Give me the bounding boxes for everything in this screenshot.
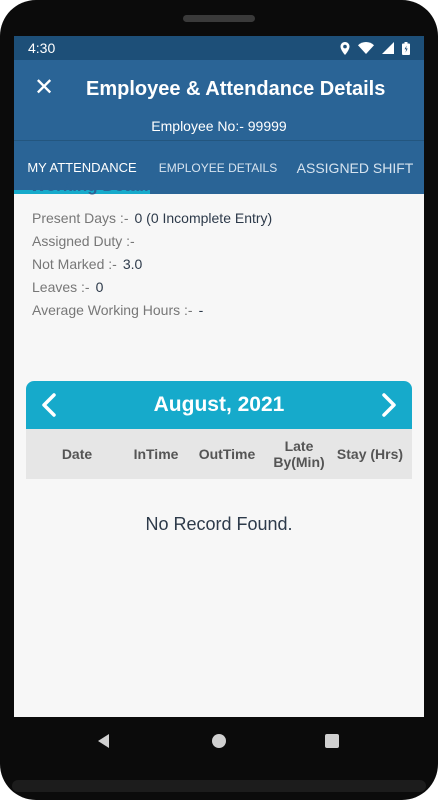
detail-average-working-hours: Average Working Hours :- - <box>32 302 203 318</box>
detail-not-marked: Not Marked :- 3.0 <box>32 256 142 272</box>
detail-value: - <box>198 302 204 318</box>
chevron-right-icon[interactable] <box>374 391 402 419</box>
phone-bottom-edge <box>12 780 426 792</box>
detail-label: Present Days :- <box>32 210 129 226</box>
month-navigator: August, 2021 <box>26 381 412 429</box>
back-icon[interactable] <box>96 733 112 749</box>
month-label: August, 2021 <box>153 393 285 416</box>
system-navigation-bar <box>0 717 438 765</box>
column-late-by: Late By(Min) <box>273 438 325 470</box>
column-date: Date <box>61 446 93 462</box>
detail-label: Leaves :- <box>32 279 90 295</box>
recents-icon[interactable] <box>325 734 339 748</box>
column-stay-hours: Stay (Hrs) <box>336 446 404 462</box>
detail-label: Assigned Duty :- <box>32 233 135 249</box>
column-in-time: InTime <box>133 446 179 462</box>
phone-frame: 4:30 ✕ Employee & Attendance Details Emp… <box>0 0 438 800</box>
detail-label: Not Marked :- <box>32 256 117 272</box>
content-area: Working Details Present Days :- 0 (0 Inco… <box>14 0 424 800</box>
column-out-time: OutTime <box>198 446 256 462</box>
attendance-table-header: Date InTime OutTime Late By(Min) Stay (H… <box>26 429 412 479</box>
detail-value: 0 <box>95 279 104 295</box>
home-icon[interactable] <box>212 734 226 748</box>
detail-assigned-duty: Assigned Duty :- <box>32 233 141 249</box>
detail-present-days: Present Days :- 0 (0 Incomplete Entry) <box>32 210 272 226</box>
detail-value: 0 (0 Incomplete Entry) <box>134 210 273 226</box>
empty-state-message: No Record Found. <box>145 514 293 534</box>
detail-value: 3.0 <box>122 256 143 272</box>
detail-label: Average Working Hours :- <box>32 302 193 318</box>
detail-leaves: Leaves :- 0 <box>32 279 103 295</box>
section-title: Working Details <box>30 176 159 195</box>
